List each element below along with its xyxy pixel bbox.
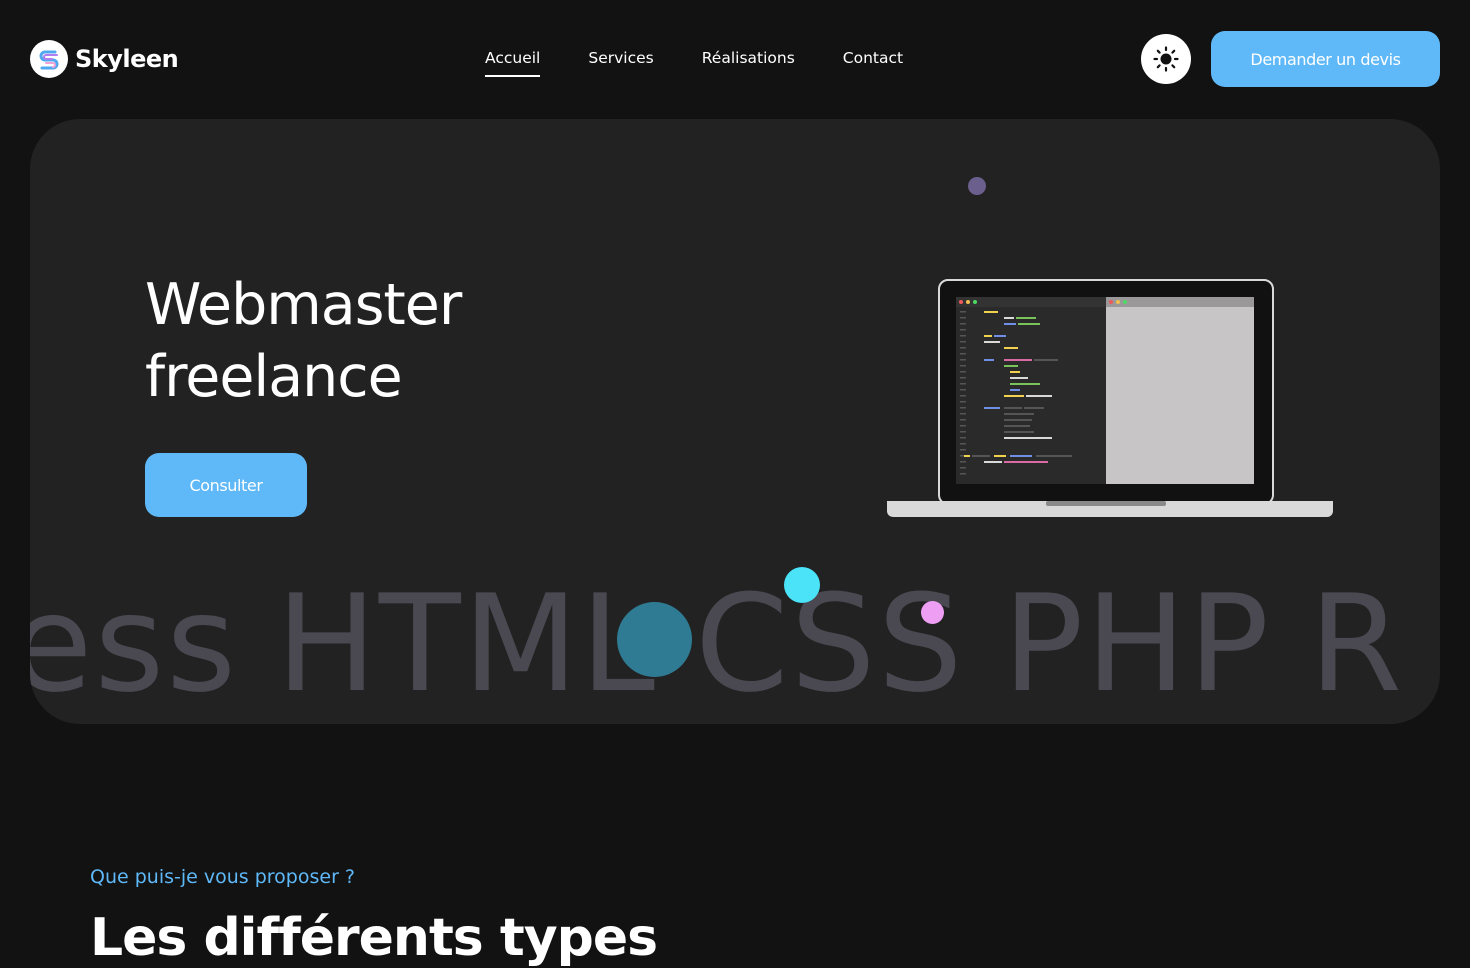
sun-icon bbox=[1153, 46, 1179, 72]
theme-toggle-button[interactable] bbox=[1141, 34, 1191, 84]
decorative-dot bbox=[968, 177, 986, 195]
hero-title: Webmaster freelance bbox=[145, 269, 462, 413]
marquee-word: PHP bbox=[1002, 566, 1272, 722]
logo[interactable]: Skyleen bbox=[30, 40, 179, 78]
laptop-illustration bbox=[886, 279, 1334, 523]
tech-marquee: ess HTML CSS PHP R bbox=[30, 569, 1440, 719]
hero-title-line1: Webmaster bbox=[145, 272, 462, 338]
brand-name: Skyleen bbox=[75, 45, 179, 73]
marquee-word: HTML bbox=[276, 566, 657, 722]
decorative-dot bbox=[784, 567, 820, 603]
marquee-word: CSS bbox=[694, 566, 965, 722]
decorative-dot bbox=[921, 601, 944, 624]
request-quote-button[interactable]: Demander un devis bbox=[1211, 31, 1440, 87]
marquee-word: R bbox=[1309, 566, 1405, 722]
section-kicker: Que puis-je vous proposer ? bbox=[90, 866, 356, 888]
hero-card: Webmaster freelance Consulter ess HTML CSS… bbox=[30, 119, 1440, 724]
consult-button[interactable]: Consulter bbox=[145, 453, 307, 517]
hero-title-line2: freelance bbox=[145, 344, 403, 410]
nav-item-contact[interactable]: Contact bbox=[843, 49, 903, 75]
nav-item-accueil[interactable]: Accueil bbox=[485, 49, 541, 77]
main-nav: Accueil Services Réalisations Contact bbox=[485, 49, 903, 77]
section-title: Les différents types bbox=[90, 908, 658, 968]
marquee-word: ess bbox=[30, 566, 239, 722]
nav-item-realisations[interactable]: Réalisations bbox=[702, 49, 795, 75]
nav-item-services[interactable]: Services bbox=[588, 49, 653, 75]
skyleen-logo-icon bbox=[30, 40, 68, 78]
decorative-dot bbox=[617, 602, 692, 677]
